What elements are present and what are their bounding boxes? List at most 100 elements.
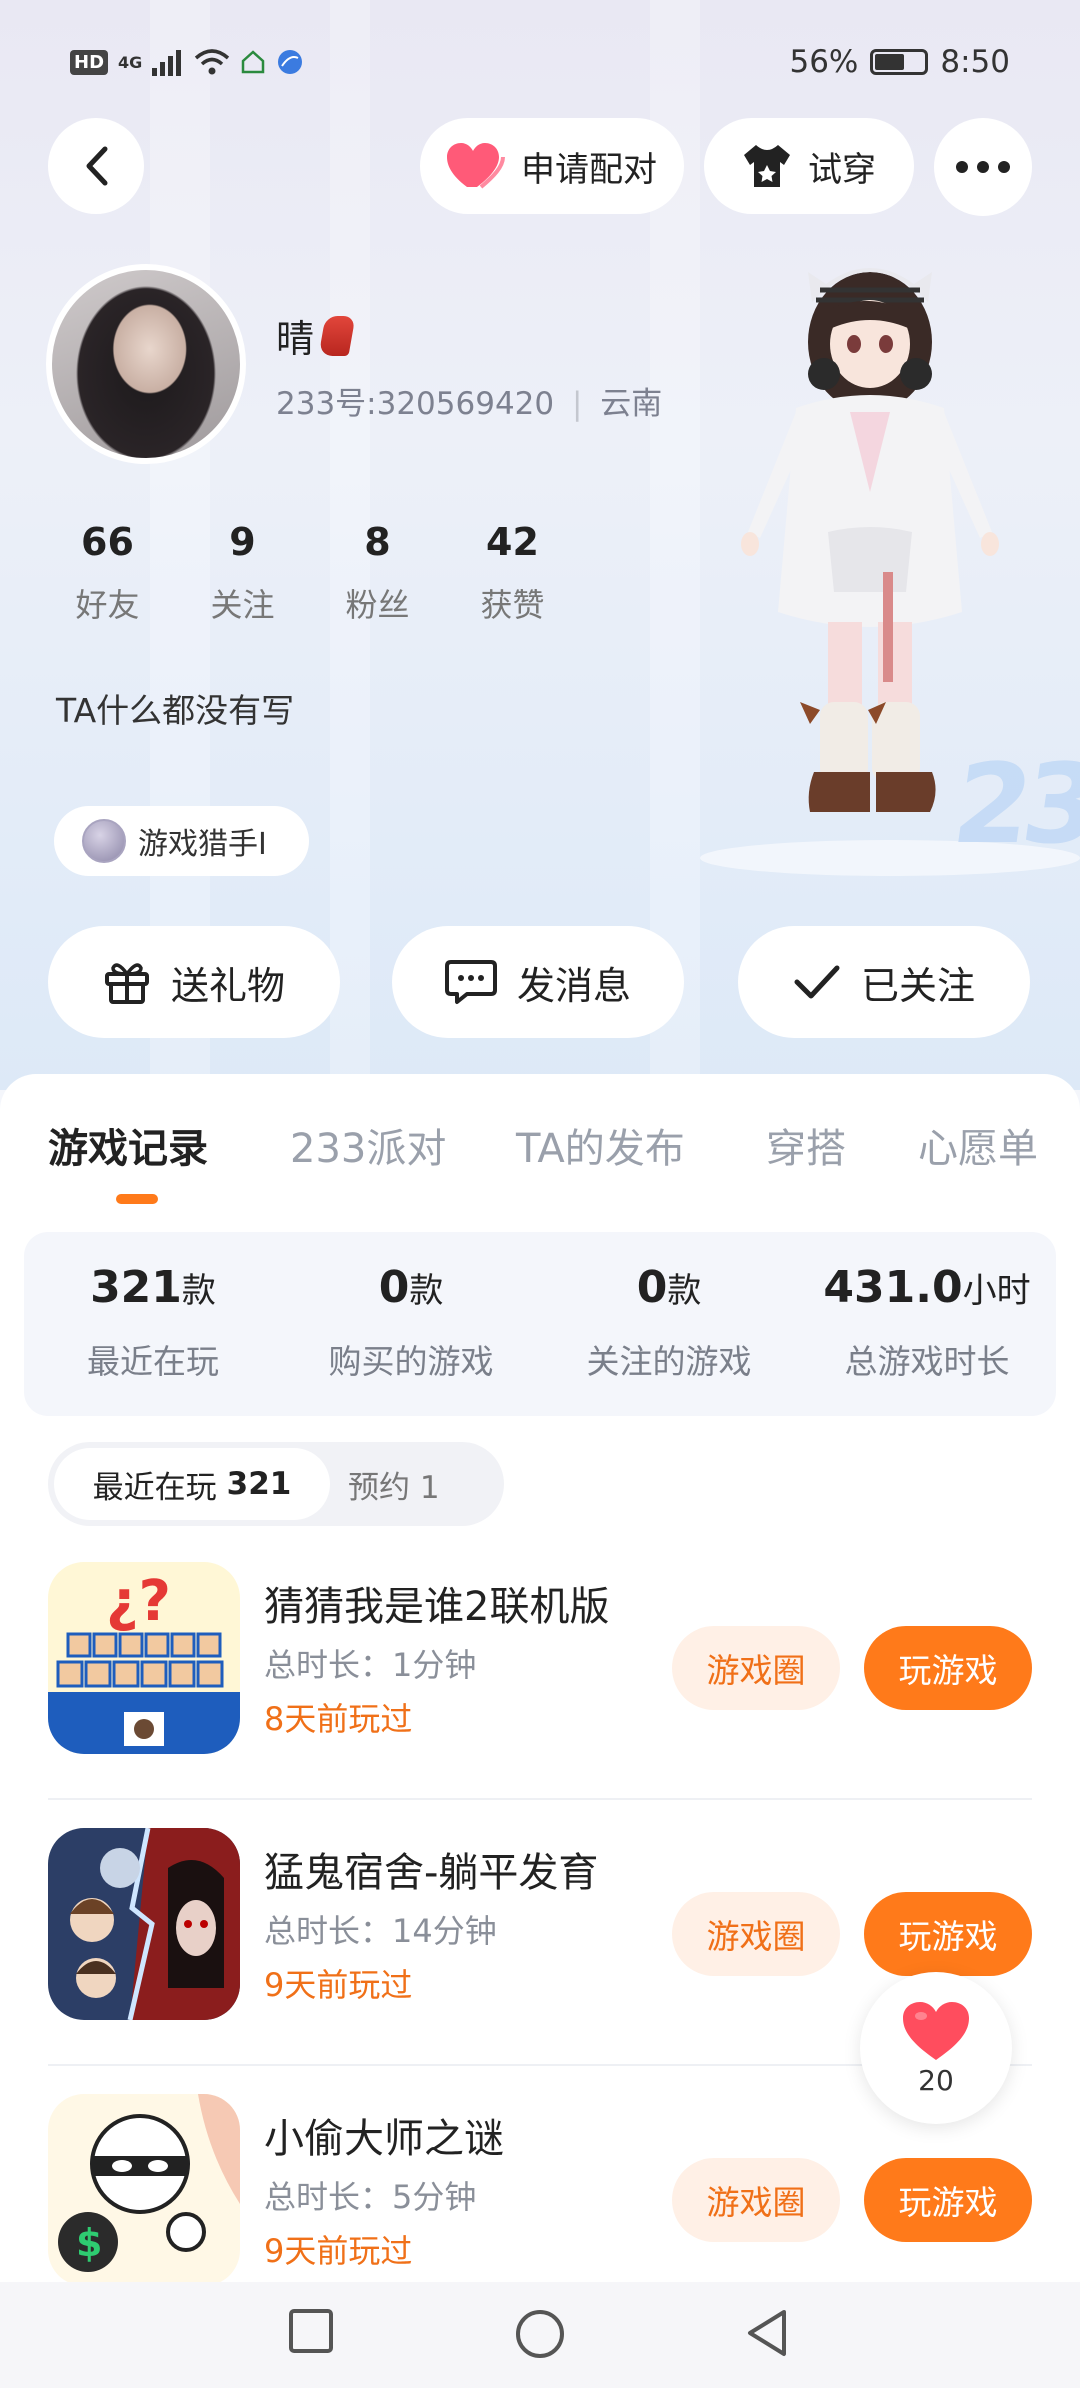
stat-value: 42: [486, 520, 539, 564]
stat-label: 粉丝: [345, 586, 410, 624]
tab-game-records[interactable]: 游戏记录: [48, 1116, 208, 1174]
stat-friends[interactable]: 66 好友: [40, 520, 175, 626]
profile-hero: HD 4G 56% 8:50 申请配对 试穿 晴 233号:320569420: [0, 0, 1080, 1090]
followed-button[interactable]: 已关注: [738, 926, 1030, 1038]
stat-following[interactable]: 9 关注: [175, 520, 310, 626]
send-message-button[interactable]: 发消息: [392, 926, 684, 1038]
profile-tabs: 游戏记录 233派对 TA的发布 穿搭 心愿单: [0, 1074, 1080, 1204]
stat-value: 66: [81, 520, 134, 564]
summary-playtime[interactable]: 431.0小时 总游戏时长: [798, 1232, 1056, 1416]
summary-label: 购买的游戏: [328, 1342, 494, 1381]
tab-posts[interactable]: TA的发布: [516, 1116, 685, 1174]
signal-icon: [152, 50, 182, 76]
summary-value: 0: [636, 1262, 668, 1313]
user-region: 云南: [600, 386, 663, 422]
battery-icon: [870, 49, 929, 75]
game-icon[interactable]: $: [48, 2094, 240, 2286]
segment-recent-playing[interactable]: 最近在玩 321: [54, 1448, 330, 1520]
character-avatar-figure[interactable]: [700, 232, 1040, 872]
user-id-line: 233号:320569420 | 云南: [276, 378, 662, 423]
like-count: 20: [918, 2063, 954, 2097]
segment-recent-label: 最近在玩: [92, 1469, 217, 1506]
game-last-played: 9天前玩过: [264, 2232, 413, 2270]
game-title[interactable]: 猜猜我是谁2联机版: [264, 1574, 609, 1632]
record-filter-segment: 最近在玩 321 预约 1: [48, 1442, 504, 1526]
summary-value: 431.0: [823, 1262, 963, 1313]
like-floating-button[interactable]: 20: [860, 1972, 1012, 2124]
game-circle-button[interactable]: 游戏圈: [672, 1626, 840, 1710]
home-status-icon: [242, 50, 265, 74]
summary-unit: 款: [181, 1271, 216, 1311]
summary-unit: 小时: [962, 1271, 1031, 1311]
recents-icon[interactable]: [288, 2308, 334, 2354]
heart-icon: [447, 143, 505, 189]
avatar[interactable]: [46, 264, 246, 464]
summary-label: 总游戏时长: [844, 1342, 1010, 1381]
game-icon[interactable]: [48, 1828, 240, 2020]
game-title[interactable]: 小偷大师之谜: [264, 2106, 504, 2164]
summary-unit: 款: [667, 1271, 702, 1311]
wifi-icon: [195, 49, 230, 75]
game-duration: 总时长：14分钟: [264, 1912, 497, 1950]
pair-request-label: 申请配对: [521, 149, 657, 190]
summary-label: 关注的游戏: [586, 1342, 752, 1381]
play-game-button[interactable]: 玩游戏: [864, 1626, 1032, 1710]
user-bio: TA什么都没有写: [56, 691, 295, 730]
stat-likes[interactable]: 42 获赞: [445, 520, 580, 626]
summary-label: 最近在玩: [87, 1342, 219, 1381]
scarf-emoji-icon: [318, 315, 356, 356]
play-game-button[interactable]: 玩游戏: [864, 2158, 1032, 2242]
status-bar: HD 4G 56% 8:50: [0, 40, 1080, 90]
game-list-item[interactable]: ¿? 猜猜我是谁2联机版 总时长：1分钟 8天前玩过 游戏圈 玩游戏: [0, 1534, 1080, 1800]
svg-text:¿?: ¿?: [106, 1569, 171, 1634]
haunted-dorm-game-icon: [48, 1828, 240, 2020]
stat-label: 好友: [75, 586, 140, 624]
check-icon: [794, 965, 840, 999]
game-last-played: 9天前玩过: [264, 1966, 413, 2004]
stat-label: 获赞: [480, 586, 545, 624]
send-gift-button[interactable]: 送礼物: [48, 926, 340, 1038]
play-game-button[interactable]: 玩游戏: [864, 1892, 1032, 1976]
chat-icon: [444, 960, 497, 1004]
title-badge[interactable]: 游戏猎手I: [54, 806, 309, 876]
user-name-text: 晴: [276, 317, 315, 361]
summary-recent[interactable]: 321款 最近在玩: [24, 1232, 282, 1416]
stat-label: 关注: [210, 586, 275, 624]
summary-value: 321: [90, 1262, 182, 1313]
active-tab-indicator: [116, 1194, 158, 1204]
segment-reserved[interactable]: 预约 1: [348, 1442, 440, 1526]
tab-wishlist[interactable]: 心愿单: [918, 1116, 1038, 1174]
back-triangle-icon[interactable]: [744, 2308, 790, 2358]
more-icon: [956, 161, 1010, 173]
tab-233-party[interactable]: 233派对: [290, 1116, 446, 1174]
tab-outfits[interactable]: 穿搭: [766, 1116, 846, 1174]
game-icon[interactable]: ¿?: [48, 1562, 240, 1754]
stat-fans[interactable]: 8 粉丝: [310, 520, 445, 626]
thief-puzzle-game-icon: $: [48, 2094, 240, 2286]
summary-followed[interactable]: 0款 关注的游戏: [540, 1232, 798, 1416]
separator: |: [571, 386, 583, 422]
game-duration: 总时长：5分钟: [264, 2178, 477, 2216]
network-indicator: 4G: [118, 52, 143, 72]
home-icon[interactable]: [514, 2308, 566, 2360]
game-circle-button[interactable]: 游戏圈: [672, 2158, 840, 2242]
followed-label: 已关注: [860, 963, 975, 1008]
pair-request-button[interactable]: 申请配对: [420, 118, 684, 214]
browser-status-icon: [278, 50, 303, 74]
game-summary: 321款 最近在玩 0款 购买的游戏 0款 关注的游戏 431.0小时 总游戏时…: [24, 1232, 1056, 1416]
guess-who-game-icon: ¿?: [48, 1562, 240, 1754]
send-gift-label: 送礼物: [170, 963, 285, 1008]
summary-value: 0: [378, 1262, 410, 1313]
game-circle-button[interactable]: 游戏圈: [672, 1892, 840, 1976]
user-id: 233号:320569420: [276, 386, 555, 422]
stat-value: 8: [364, 520, 391, 564]
summary-unit: 款: [409, 1271, 444, 1311]
system-navigation-bar: [0, 2282, 1080, 2388]
gift-icon: [104, 963, 149, 1004]
heart-icon: [903, 2001, 969, 2060]
more-button[interactable]: [934, 118, 1032, 216]
back-button[interactable]: [48, 118, 144, 214]
game-title[interactable]: 猛鬼宿舍-躺平发育: [264, 1840, 598, 1898]
summary-purchased[interactable]: 0款 购买的游戏: [282, 1232, 540, 1416]
try-on-button[interactable]: 试穿: [704, 118, 914, 214]
